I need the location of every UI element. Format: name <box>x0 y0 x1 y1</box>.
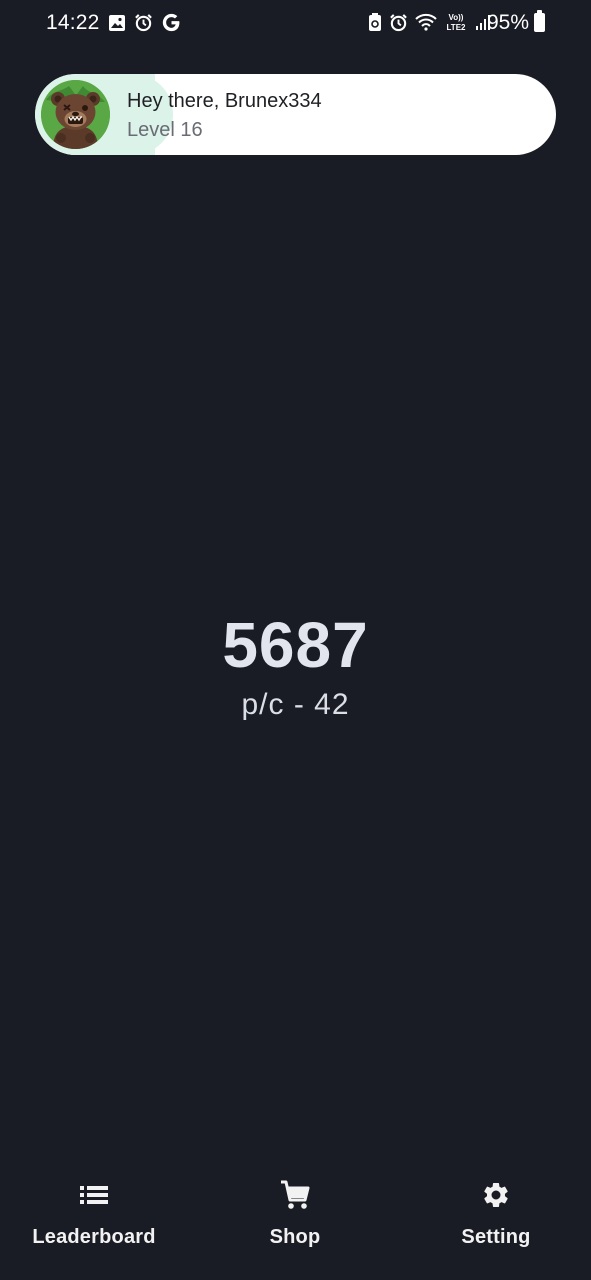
status-time: 14:22 <box>46 11 100 34</box>
image-icon <box>109 14 125 31</box>
nav-shop[interactable]: Shop <box>205 1178 385 1249</box>
per-click-value: p/c - 42 <box>241 688 350 721</box>
user-card[interactable]: Hey there, Brunex334 Level 16 <box>35 74 556 155</box>
greeting-text: Hey there, Brunex334 <box>127 90 322 112</box>
level-text: Level 16 <box>127 119 203 141</box>
bear-avatar-icon[interactable] <box>41 80 110 149</box>
gear-icon <box>406 1178 586 1212</box>
score-value: 5687 <box>222 609 369 681</box>
nav-shop-label: Shop <box>269 1226 321 1248</box>
user-info: Hey there, Brunex334 Level 16 <box>127 88 322 146</box>
nav-setting[interactable]: Setting <box>406 1178 586 1249</box>
wifi-icon <box>415 13 437 31</box>
svg-text:LTE2: LTE2 <box>447 23 467 32</box>
svg-text:Vo)): Vo)) <box>449 13 464 22</box>
nav-leaderboard[interactable]: Leaderboard <box>4 1178 184 1249</box>
battery-saver-icon <box>369 13 381 31</box>
lte-icon: Vo)) LTE2 <box>447 13 467 32</box>
bottom-nav: Leaderboard Shop Setting <box>0 1170 591 1280</box>
battery-icon <box>534 10 545 32</box>
status-right-icons: Vo)) LTE2 <box>368 12 491 32</box>
cart-icon <box>205 1178 385 1212</box>
list-icon <box>4 1178 184 1212</box>
status-left-icons <box>108 12 182 33</box>
google-icon <box>162 13 180 32</box>
status-bar: 14:22 Vo)) LTE2 95% <box>0 0 591 48</box>
nav-setting-label: Setting <box>461 1226 531 1248</box>
alarm-icon <box>135 14 152 32</box>
alarm-icon <box>390 13 407 31</box>
nav-leaderboard-label: Leaderboard <box>32 1226 156 1248</box>
battery-percent: 95% <box>486 11 529 34</box>
